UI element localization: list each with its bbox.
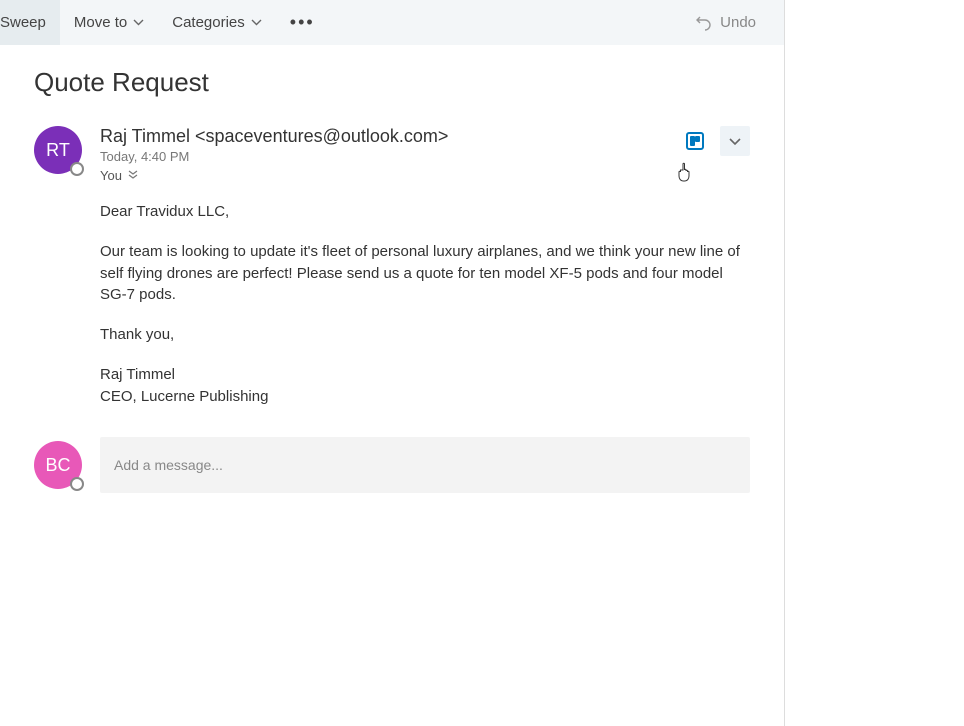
- categories-button[interactable]: Categories: [158, 0, 276, 45]
- pane-divider[interactable]: [784, 0, 785, 726]
- body-thanks: Thank you,: [100, 324, 750, 346]
- reply-input[interactable]: Add a message...: [100, 437, 750, 493]
- trello-icon: [686, 132, 704, 150]
- sweep-button[interactable]: Sweep: [0, 0, 60, 45]
- undo-button[interactable]: Undo: [696, 14, 774, 31]
- chevron-down-icon: [133, 19, 144, 26]
- message-header: RT Raj Timmel <spaceventures@outlook.com…: [34, 126, 750, 183]
- undo-icon: [696, 15, 712, 31]
- reply-row: BC Add a message...: [34, 437, 750, 493]
- sender-display: Raj Timmel <spaceventures@outlook.com>: [100, 126, 750, 147]
- presence-indicator: [70, 162, 84, 176]
- chevron-down-icon: [729, 133, 741, 149]
- categories-label: Categories: [172, 14, 245, 31]
- email-body: Dear Travidux LLC, Our team is looking t…: [100, 201, 750, 407]
- move-to-button[interactable]: Move to: [60, 0, 158, 45]
- reply-placeholder: Add a message...: [114, 457, 223, 473]
- body-paragraph: Our team is looking to update it's fleet…: [100, 241, 750, 306]
- move-to-label: Move to: [74, 14, 127, 31]
- more-actions-button[interactable]: •••: [276, 0, 329, 45]
- message-actions-dropdown[interactable]: [720, 126, 750, 156]
- sweep-label: Sweep: [0, 14, 46, 31]
- email-subject: Quote Request: [34, 67, 750, 98]
- presence-indicator: [70, 477, 84, 491]
- chevron-down-icon: [251, 19, 262, 26]
- sender-avatar[interactable]: RT: [34, 126, 82, 174]
- body-greeting: Dear Travidux LLC,: [100, 201, 750, 223]
- email-date: Today, 4:40 PM: [100, 149, 750, 164]
- to-label: You: [100, 168, 122, 183]
- ellipsis-icon: •••: [290, 12, 315, 33]
- toolbar: Sweep Move to Categories ••• Undo: [0, 0, 784, 45]
- my-avatar[interactable]: BC: [34, 441, 82, 489]
- body-signature-name: Raj Timmel: [100, 364, 750, 386]
- undo-label: Undo: [720, 14, 756, 31]
- sender-initials: RT: [46, 140, 70, 161]
- body-signature-title: CEO, Lucerne Publishing: [100, 386, 750, 408]
- recipients-line[interactable]: You: [100, 168, 750, 183]
- my-initials: BC: [45, 455, 70, 476]
- chevron-double-down-icon: [128, 168, 138, 183]
- trello-addin-button[interactable]: [680, 126, 710, 156]
